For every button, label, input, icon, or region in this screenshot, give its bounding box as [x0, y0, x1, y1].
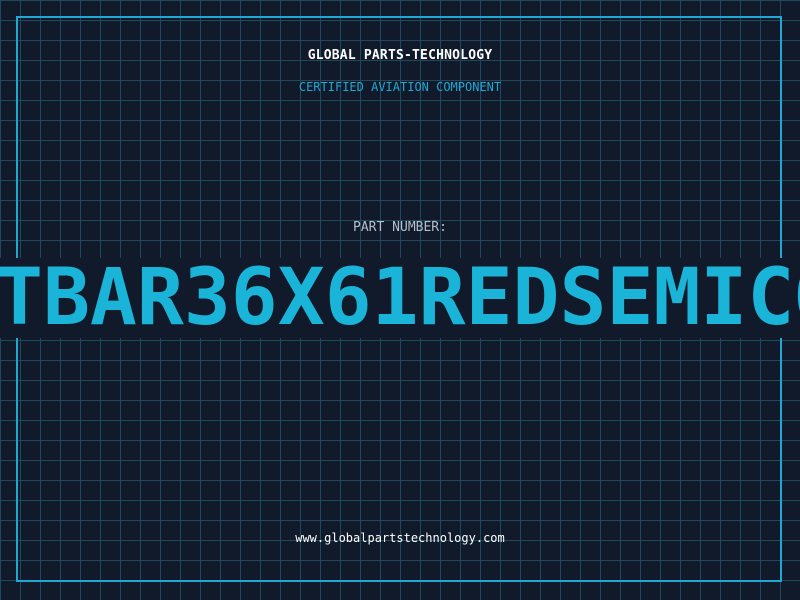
part-number-label: PART NUMBER: [353, 220, 447, 235]
part-number-value: TBAR36X61REDSEMICO [0, 253, 800, 343]
company-name: GLOBAL PARTS-TECHNOLOGY [307, 48, 493, 63]
certification-subtitle: CERTIFIED AVIATION COMPONENT [298, 80, 502, 94]
part-label-card: GLOBAL PARTS-TECHNOLOGY CERTIFIED AVIATI… [0, 0, 800, 600]
website-url: www.globalpartstechnology.com [295, 531, 505, 545]
